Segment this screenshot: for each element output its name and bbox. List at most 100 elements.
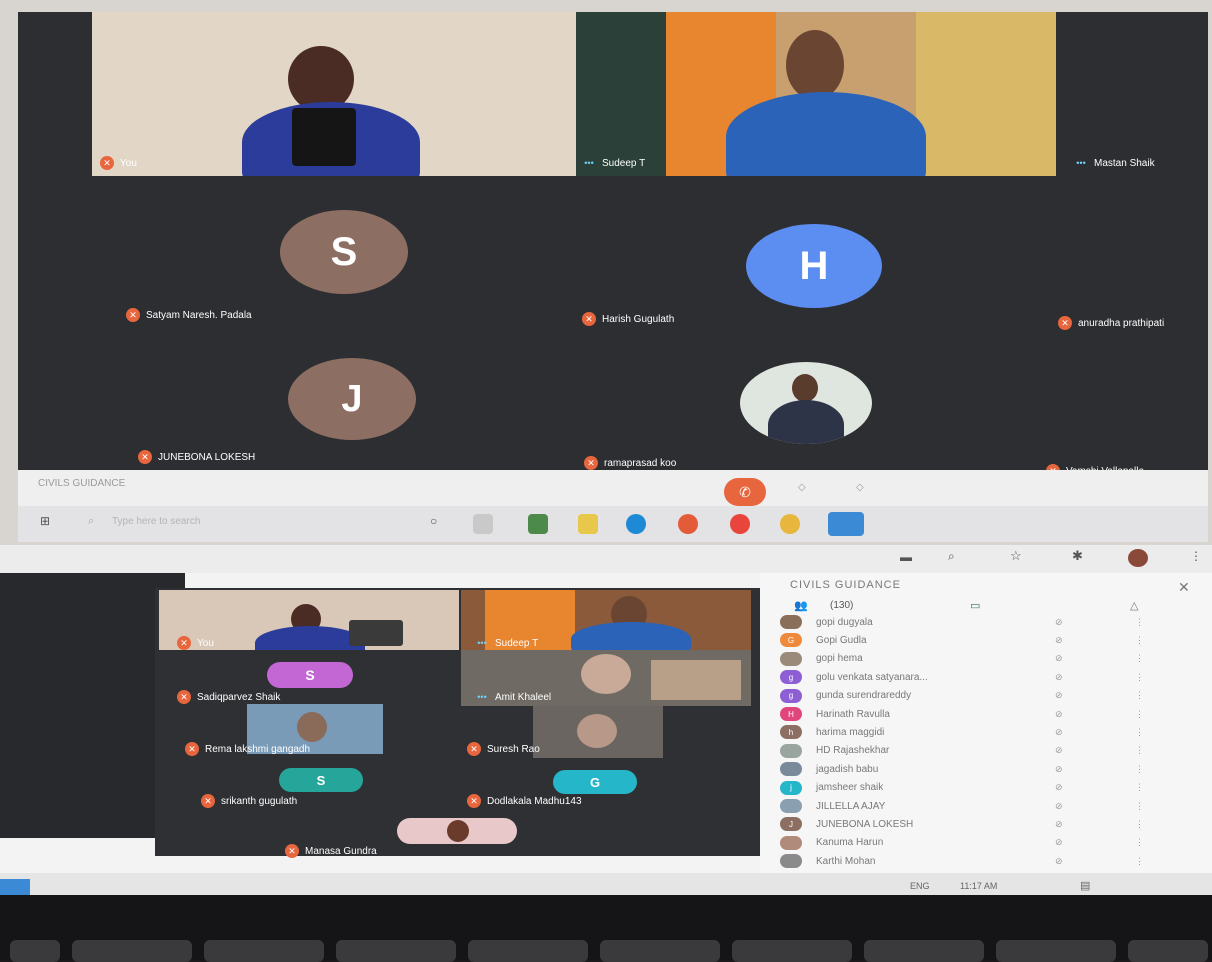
mic-muted-icon: ⊘ xyxy=(1055,837,1063,848)
keyboard-key xyxy=(10,940,60,962)
mic-muted-icon: ✕ xyxy=(201,794,215,808)
more-options-icon[interactable]: ⋮ xyxy=(1135,856,1144,867)
participant-row[interactable]: h harima maggidi ⊘ ⋮ xyxy=(780,725,1144,740)
participant-avatar xyxy=(780,835,802,850)
name-label-anuradha: ✕ anuradha prathipati xyxy=(1058,316,1164,330)
more-options-icon[interactable]: ⋮ xyxy=(1135,617,1144,628)
close-panel-icon[interactable]: ✕ xyxy=(1178,579,1190,596)
more-options-icon[interactable]: ⋮ xyxy=(1135,653,1144,664)
participant-name: gunda surendrareddy xyxy=(816,690,912,702)
participant-avatar: g xyxy=(780,688,802,703)
participant-name: You xyxy=(120,157,137,169)
clock[interactable]: 11:17 AM xyxy=(960,881,997,891)
participant-row[interactable]: j jamsheer shaik ⊘ ⋮ xyxy=(780,780,1144,795)
top-meeting-grid: ✕ You ••• Sudeep T ••• Mastan Shaik S ✕ Saty… xyxy=(18,12,1208,480)
participant-row[interactable]: G Gopi Gudla ⊘ ⋮ xyxy=(780,633,1144,648)
captions-icon[interactable]: ◇ xyxy=(798,482,806,493)
more-options-icon[interactable]: ⋮ xyxy=(1135,709,1144,720)
participant-avatar: J xyxy=(780,817,802,832)
chat-icon[interactable]: ▭ xyxy=(970,599,980,612)
language-indicator[interactable]: ENG xyxy=(910,881,930,891)
profile-avatar[interactable] xyxy=(1128,549,1148,567)
search-icon[interactable]: ⌕ xyxy=(88,515,94,528)
mic-muted-icon: ✕ xyxy=(177,690,191,704)
video-tile-sudeep[interactable]: ••• Sudeep T xyxy=(461,590,751,650)
more-options-icon[interactable]: ⋮ xyxy=(1135,745,1144,756)
participant-name: Harinath Ravulla xyxy=(816,708,890,720)
mic-muted-icon: ✕ xyxy=(1058,316,1072,330)
mic-muted-icon: ✕ xyxy=(126,308,140,322)
people-icon[interactable]: 👥 xyxy=(794,599,808,612)
participant-name: JILLELLA AJAY xyxy=(816,800,886,812)
store-icon[interactable] xyxy=(528,514,548,534)
folder-icon[interactable] xyxy=(578,514,598,534)
video-tile-suresh[interactable] xyxy=(533,706,663,758)
participant-avatar xyxy=(780,651,802,666)
mic-muted-icon: ✕ xyxy=(185,742,199,756)
participant-row[interactable]: H Harinath Ravulla ⊘ ⋮ xyxy=(780,707,1144,721)
notifications-icon[interactable]: ▤ xyxy=(1080,879,1090,892)
more-options-icon[interactable]: ⋮ xyxy=(1135,782,1144,793)
participant-row[interactable]: gopi hema ⊘ ⋮ xyxy=(780,651,1144,666)
video-tile-mastan[interactable]: ••• Mastan Shaik xyxy=(1056,12,1208,176)
task-view-icon[interactable]: ○ xyxy=(430,514,437,528)
present-icon[interactable]: ◇ xyxy=(856,482,864,493)
participant-row[interactable]: jagadish babu ⊘ ⋮ xyxy=(780,762,1144,777)
participant-row[interactable]: Karthi Mohan ⊘ ⋮ xyxy=(780,854,1144,869)
more-options-icon[interactable]: ⋮ xyxy=(1135,690,1144,701)
mic-muted-icon: ⊘ xyxy=(1055,782,1063,793)
mic-muted-icon: ✕ xyxy=(467,794,481,808)
more-options-icon[interactable]: ⋮ xyxy=(1135,727,1144,738)
opera-icon[interactable] xyxy=(730,514,750,534)
name-label-dodlakala: ✕ Dodlakala Madhu143 xyxy=(467,794,582,808)
avatar-junebona: J xyxy=(288,358,416,440)
chrome-icon[interactable] xyxy=(780,514,800,534)
more-options-icon[interactable]: ⋮ xyxy=(1135,837,1144,848)
keyboard-key xyxy=(204,940,324,962)
participant-row[interactable]: Kanuma Harun ⊘ ⋮ xyxy=(780,835,1144,850)
tablet-device xyxy=(292,108,356,166)
mic-on-icon: ••• xyxy=(584,158,594,168)
video-tile-sudeep[interactable]: ••• Sudeep T xyxy=(576,12,1056,176)
participant-name: golu venkata satyanara... xyxy=(816,671,928,683)
zoom-icon[interactable]: ⌕ xyxy=(948,549,955,564)
keyboard-key xyxy=(468,940,588,962)
activities-icon[interactable]: △ xyxy=(1130,599,1138,612)
more-options-icon[interactable]: ⋮ xyxy=(1135,635,1144,646)
camera-icon[interactable]: ▬ xyxy=(900,550,912,564)
file-explorer-icon[interactable] xyxy=(473,514,493,534)
active-window-icon[interactable] xyxy=(828,512,864,536)
windows-start-icon[interactable]: ⊞ xyxy=(40,514,50,528)
participant-avatar: g xyxy=(780,670,802,685)
name-label-manasa: ✕ Manasa Gundra xyxy=(285,844,377,858)
extensions-icon[interactable]: ✱ xyxy=(1072,548,1083,564)
bookmark-star-icon[interactable]: ☆ xyxy=(1010,548,1022,564)
video-tile-amit[interactable]: ••• Amit Khaleel xyxy=(461,650,751,706)
more-options-icon[interactable]: ⋮ xyxy=(1135,764,1144,775)
participant-name: HD Rajashekhar xyxy=(816,745,890,757)
edge-icon[interactable] xyxy=(626,514,646,534)
participant-row[interactable]: JILLELLA AJAY ⊘ ⋮ xyxy=(780,799,1144,813)
participant-row[interactable]: gopi dugyala ⊘ ⋮ xyxy=(780,615,1144,629)
more-options-icon[interactable]: ⋮ xyxy=(1135,801,1144,812)
participant-row[interactable]: g golu venkata satyanara... ⊘ ⋮ xyxy=(780,670,1144,685)
mic-on-icon: ••• xyxy=(1076,158,1086,168)
more-menu-icon[interactable]: ⋮ xyxy=(1190,549,1202,563)
video-tile-you[interactable]: ✕ You xyxy=(159,590,459,650)
active-window-icon[interactable] xyxy=(0,879,30,895)
mic-muted-icon: ⊘ xyxy=(1055,634,1063,645)
mic-muted-icon: ✕ xyxy=(138,450,152,464)
more-options-icon[interactable]: ⋮ xyxy=(1135,819,1144,830)
participant-row[interactable]: J JUNEBONA LOKESH ⊘ ⋮ xyxy=(780,817,1144,832)
participant-row[interactable]: g gunda surendrareddy ⊘ ⋮ xyxy=(780,688,1144,703)
tablet-device xyxy=(349,620,403,646)
more-options-icon[interactable]: ⋮ xyxy=(1135,672,1144,683)
end-call-button[interactable]: ✆ xyxy=(724,478,766,506)
keyboard-key xyxy=(996,940,1116,962)
keyboard-key xyxy=(600,940,720,962)
taskbar-search-input[interactable]: Type here to search xyxy=(112,516,200,527)
office-icon[interactable] xyxy=(678,514,698,534)
video-tile-you[interactable]: ✕ You xyxy=(92,12,576,176)
participant-row[interactable]: HD Rajashekhar ⊘ ⋮ xyxy=(780,743,1144,758)
participant-avatar xyxy=(780,743,802,758)
